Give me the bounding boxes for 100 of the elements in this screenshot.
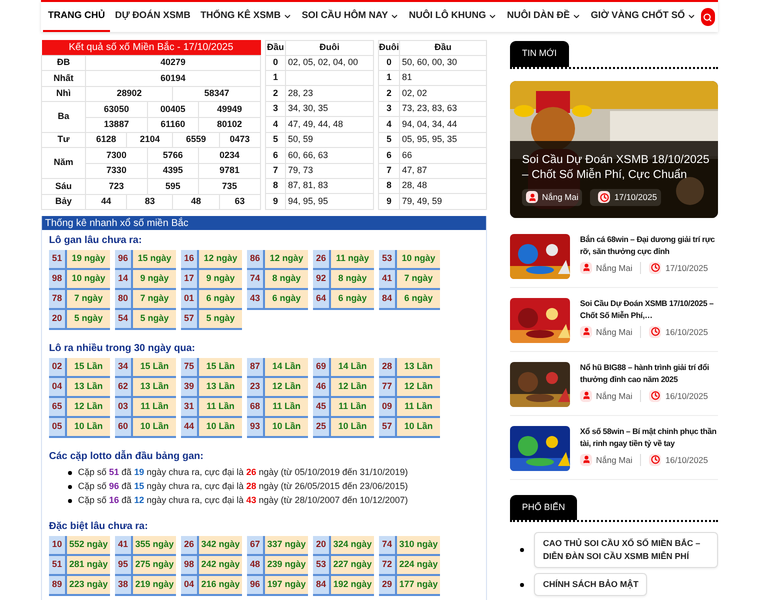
count-cell: 14 Lần [331, 358, 374, 376]
count-cell: 10 Lần [67, 418, 110, 436]
nav-item[interactable]: TRANG CHỦ [43, 2, 110, 32]
table-cell: 13887 [86, 117, 148, 132]
number-cell: 51 [49, 556, 67, 574]
count-cell: 13 Lần [133, 378, 176, 396]
number-cell: 46 [313, 378, 331, 396]
count-cell: 355 ngày [133, 536, 176, 554]
number-cell: 28 [379, 358, 397, 376]
table-cell: 5 [378, 132, 400, 148]
number-cell: 29 [379, 576, 397, 594]
nav-item[interactable]: THỐNG KÊ XSMB [195, 2, 297, 32]
clock-icon [598, 191, 610, 204]
count-cell: 15 Lần [133, 358, 176, 376]
clock-icon [649, 390, 662, 402]
number-cell: 75 [181, 358, 199, 376]
table-cell: 83 [126, 194, 173, 210]
number-cell: 84 [313, 576, 331, 594]
table-cell: 02, 02 [402, 88, 428, 98]
count-cell: 239 ngày [265, 556, 308, 574]
nav-item[interactable]: SOI CẦU HÔM NAY [296, 2, 404, 32]
clock-icon [649, 326, 662, 338]
count-cell: 5 ngày [133, 310, 176, 328]
author-name[interactable]: Nắng Mai [596, 390, 632, 402]
popular-link[interactable]: CAO THỦ SOI CẦU XỔ SỐ MIỀN BẮC – DIỄN ĐÀN SOI CẦU XSMB MIỄN PHÍ [534, 532, 718, 568]
user-icon [580, 390, 592, 402]
count-cell: 242 ngày [199, 556, 242, 574]
table-cell: 28, 48 [402, 180, 428, 190]
table-cell: 47, 49, 44, 48 [288, 118, 344, 129]
table-cell: 7 [378, 163, 400, 178]
featured-post[interactable]: Soi Cầu Dự Đoán XSMB 18/10/2025 – Chốt Số Miễn Phí, Cực Chuẩn Nắng Mai 17/10/2025 [510, 80, 718, 218]
number-cell: 54 [115, 310, 133, 328]
table-cell: 2 [378, 86, 400, 102]
table-cell: 81 [402, 72, 412, 82]
count-cell: 6 ngày [331, 290, 374, 308]
count-cell: 13 Lần [397, 358, 440, 376]
table-cell: 50, 59 [288, 134, 314, 144]
count-cell: 11 Lần [397, 398, 440, 416]
count-cell: 7 ngày [67, 290, 110, 308]
table-cell: 8 [266, 178, 286, 194]
author-name[interactable]: Nắng Mai [596, 262, 632, 274]
popular-link[interactable]: CHÍNH SÁCH BẢO MẬT [534, 573, 648, 596]
table-cell: 5 [266, 132, 286, 148]
count-cell: 11 Lần [199, 398, 242, 416]
count-cell: 216 ngày [199, 576, 242, 594]
table-cell: 3 [378, 101, 400, 117]
table-cell: 79, 73 [288, 165, 314, 176]
count-cell: 324 ngày [331, 536, 374, 554]
column-header: Đuôi [378, 40, 400, 55]
table-cell: 0 [266, 55, 286, 70]
number-cell: 41 [115, 536, 133, 554]
post-title[interactable]: Xổ số 58win – Bí mật chinh phục thần tài, rinh ngay tiền tỷ về tay [580, 426, 718, 450]
count-cell: 219 ngày [133, 576, 176, 594]
post-title[interactable]: Bắn cá 68win – Đại dương giải trí rực rỡ, săn thưởng cực đỉnh [580, 234, 718, 258]
prize-label: Bảy [42, 194, 86, 210]
prize-label: Sáu [42, 178, 86, 194]
table-cell: 0234 [198, 148, 260, 164]
user-icon [580, 454, 592, 466]
number-cell: 41 [379, 270, 397, 288]
number-cell: 65 [49, 398, 67, 416]
count-cell: 342 ngày [199, 536, 242, 554]
count-cell: 12 Lần [331, 378, 374, 396]
prize-label: Ba [42, 102, 86, 132]
table-cell: 6 [266, 148, 286, 164]
prize-label: ĐB [42, 56, 86, 71]
number-cell: 98 [181, 556, 199, 574]
number-cell: 53 [313, 556, 331, 574]
author-name[interactable]: Nắng Mai [596, 326, 632, 338]
number-cell: 17 [181, 270, 199, 288]
section-heading: Lô gan lâu chưa ra: [49, 234, 142, 248]
count-cell: 310 ngày [397, 536, 440, 554]
post-title[interactable]: Nổ hũ BIG88 – hành trình giải trí đổi thưởng đỉnh cao năm 2025 [580, 362, 718, 386]
table-cell: 9 [266, 194, 286, 210]
number-cell: 78 [49, 290, 67, 308]
search-button[interactable] [700, 8, 715, 26]
number-cell: 57 [181, 310, 199, 328]
prize-label: Nhì [42, 86, 86, 102]
nav-item[interactable]: NUÔI LÔ KHUNG [404, 2, 502, 32]
count-cell: 7 ngày [133, 290, 176, 308]
count-cell: 14 Lần [265, 358, 308, 376]
table-cell: 94, 04, 34, 44 [402, 118, 458, 129]
number-cell: 26 [313, 250, 331, 268]
results-title: Kết quả số xố Miền Bắc - 17/10/2025 [42, 40, 260, 56]
bullet-icon [68, 499, 72, 503]
table-cell: 1 [266, 70, 286, 86]
post-title[interactable]: Soi Cầu Dự Đoán XSMB 17/10/2025 – Chốt Số Miễn Phí,… [580, 298, 718, 322]
count-cell: 11 ngày [331, 250, 374, 268]
count-cell: 6 ngày [265, 290, 308, 308]
count-cell: 11 Lần [265, 398, 308, 416]
nav-item[interactable]: NUÔI DÀN ĐỀ [502, 2, 586, 32]
number-cell: 25 [313, 418, 331, 436]
number-cell: 72 [379, 556, 397, 574]
number-cell: 16 [181, 250, 199, 268]
bullet-icon [520, 582, 524, 586]
table-cell: 7 [266, 163, 286, 178]
nav-item[interactable]: GIỜ VÀNG CHỐT SỐ [586, 2, 701, 32]
nav-item[interactable]: DỰ ĐOÁN XSMB [110, 2, 196, 32]
author-name[interactable]: Nắng Mai [596, 454, 632, 466]
featured-title[interactable]: Soi Cầu Dự Đoán XSMB 18/10/2025 – Chốt Số Miễn Phí, Cực Chuẩn [522, 152, 710, 183]
count-cell: 10 Lần [331, 418, 374, 436]
